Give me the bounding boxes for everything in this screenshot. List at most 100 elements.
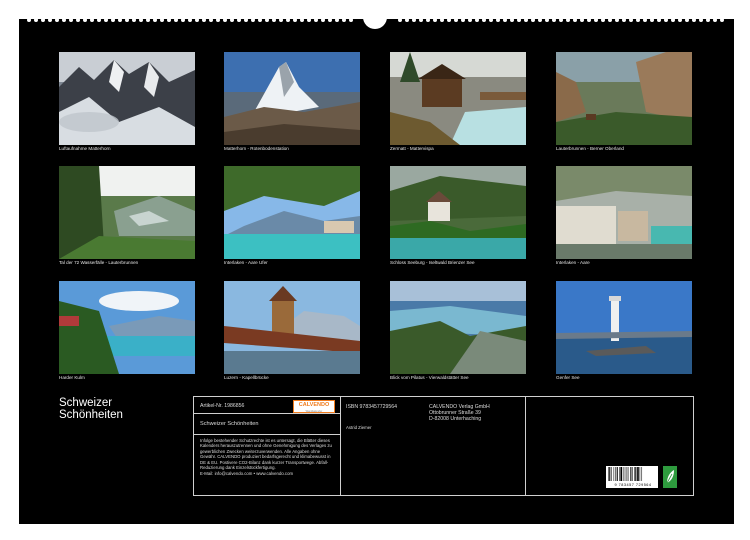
binding-hole <box>482 18 486 22</box>
binding-hole <box>650 18 654 22</box>
binding-hole <box>559 18 563 22</box>
binding-hole <box>454 18 458 22</box>
photo-10 <box>224 281 360 374</box>
binding-hole <box>125 18 129 22</box>
binding-hole <box>314 18 318 22</box>
photo-3 <box>390 52 526 145</box>
binding-hole <box>580 18 584 22</box>
caption-7: Schloss Seeburg - Iseltwald Brienzer See <box>390 260 475 265</box>
binding-hole <box>685 18 689 22</box>
binding-hole <box>83 18 87 22</box>
binding-hole <box>664 18 668 22</box>
binding-hole <box>489 18 493 22</box>
barcode-bar <box>632 467 633 481</box>
binding-hole <box>97 18 101 22</box>
binding-hole <box>76 18 80 22</box>
binding-hole <box>272 18 276 22</box>
caption-4: Lauterbrunnen - Berner Oberland <box>556 146 624 151</box>
caption-2: Matterhorn - Rotenbodenstation <box>224 146 289 151</box>
binding-hole <box>41 18 45 22</box>
binding-hole <box>62 18 66 22</box>
binding-hole <box>426 18 430 22</box>
binding-hole <box>706 18 710 22</box>
binding-hole <box>643 18 647 22</box>
binding-hole <box>587 18 591 22</box>
binding-hole <box>601 18 605 22</box>
binding-hole <box>720 18 724 22</box>
binding-hole <box>111 18 115 22</box>
binding-hole <box>566 18 570 22</box>
binding-hole <box>713 18 717 22</box>
caption-6: Interlaken - Aare Ufer <box>224 260 268 265</box>
binding-hole <box>510 18 514 22</box>
barcode-bar <box>635 467 637 481</box>
binding-hole <box>34 18 38 22</box>
binding-hole <box>475 18 479 22</box>
calvendo-logo: CALVENDO Wandkalender <box>293 400 335 413</box>
barcode-bar <box>609 467 611 481</box>
binding-hole <box>230 18 234 22</box>
binding-hole <box>552 18 556 22</box>
barcode-bar <box>619 467 620 481</box>
binding-hole <box>433 18 437 22</box>
binding-hole <box>209 18 213 22</box>
binding-hole <box>27 18 31 22</box>
binding-hole <box>524 18 528 22</box>
binding-hole <box>412 18 416 22</box>
binding-hole <box>251 18 255 22</box>
binding-hole <box>146 18 150 22</box>
calendar-title: Schweizer Schönheiten <box>59 397 123 421</box>
binding-hole <box>398 18 402 22</box>
barcode-bar <box>622 467 624 481</box>
binding-hole <box>307 18 311 22</box>
binding-hole <box>699 18 703 22</box>
binding-hole <box>279 18 283 22</box>
binding-hole <box>503 18 507 22</box>
barcode-bars <box>608 467 643 481</box>
photo-1 <box>59 52 195 145</box>
binding-hole <box>69 18 73 22</box>
binding-hole <box>328 18 332 22</box>
binding-hole <box>237 18 241 22</box>
binding-hole <box>545 18 549 22</box>
barcode-bar <box>615 467 616 481</box>
caption-11: Blick vom Pilatus - Vierwaldstätter See <box>390 375 469 380</box>
caption-10: Luzern - Kapellbrücke <box>224 375 269 380</box>
photo-7 <box>390 166 526 259</box>
photo-11 <box>390 281 526 374</box>
binding-hole <box>636 18 640 22</box>
binding-hole <box>174 18 178 22</box>
barcode-bar <box>634 467 635 481</box>
binding-hole <box>104 18 108 22</box>
binding-hole <box>139 18 143 22</box>
photo-6 <box>224 166 360 259</box>
caption-5: Tal der 72 Wasserfälle - Lauterbrunnen <box>59 260 139 265</box>
binding-hole <box>622 18 626 22</box>
binding-hole <box>671 18 675 22</box>
article-number: Artikel-Nr. 1986856 <box>200 403 245 409</box>
binding-hole <box>195 18 199 22</box>
binding-hole <box>496 18 500 22</box>
publisher-city: D-82008 Unterhaching <box>429 416 482 422</box>
binding-hole <box>181 18 185 22</box>
binding-hole <box>90 18 94 22</box>
binding-hole <box>321 18 325 22</box>
binding-hole <box>461 18 465 22</box>
barcode-bar <box>608 467 609 481</box>
legal-text: Infolge bestehender Schutzrechte ist es … <box>200 438 332 471</box>
binding-hole <box>615 18 619 22</box>
binding-hole <box>167 18 171 22</box>
binding-hole <box>216 18 220 22</box>
photo-2 <box>224 52 360 145</box>
binding-hole <box>468 18 472 22</box>
barcode-bar <box>620 467 623 481</box>
barcode-bar <box>630 467 632 481</box>
binding-hole <box>188 18 192 22</box>
binding-hole <box>55 18 59 22</box>
binding-hole <box>419 18 423 22</box>
binding-hole <box>594 18 598 22</box>
binding-hole <box>440 18 444 22</box>
binding-hole <box>293 18 297 22</box>
binding-hole <box>286 18 290 22</box>
email-line: E-Mail: info@calvendo.com • www.calvendo… <box>200 471 294 476</box>
